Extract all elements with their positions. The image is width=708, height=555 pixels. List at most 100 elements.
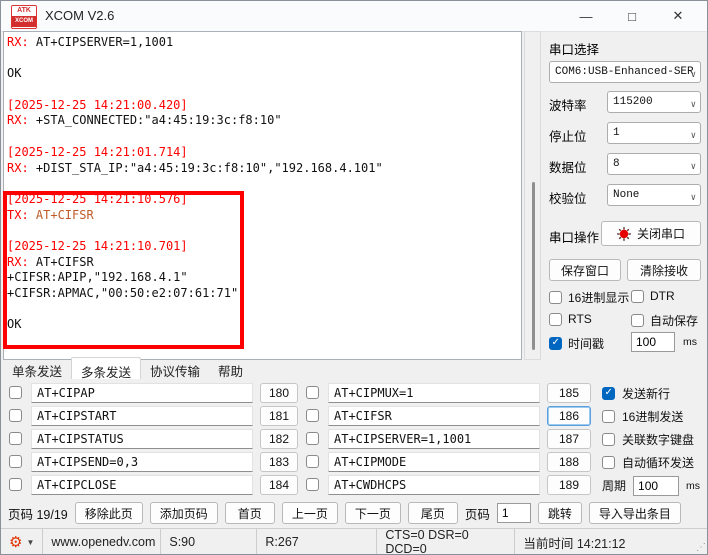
setting-value: 1 xyxy=(613,127,620,139)
send-number-button[interactable]: 185 xyxy=(547,382,591,403)
send-option-发送新行[interactable]: 发送新行 xyxy=(602,382,706,405)
port-select-label: 串口选择 xyxy=(549,43,600,57)
checkbox-icon[interactable] xyxy=(549,337,562,350)
checkbox-icon[interactable] xyxy=(549,312,562,326)
setting-value: None xyxy=(613,189,640,201)
log-line: [2025-12-25 14:21:01.714] xyxy=(7,144,188,159)
option-label: 16进制发送 xyxy=(622,410,684,424)
log-scrollbar[interactable] xyxy=(524,31,541,360)
setting-dropdown[interactable]: None ∨ xyxy=(607,184,701,206)
page-button-下一页[interactable]: 下一页 xyxy=(344,502,401,524)
hex-display-checkbox[interactable]: 16进制显示 xyxy=(549,289,629,306)
goto-page-input[interactable] xyxy=(496,503,531,523)
settings-menu[interactable]: ⚙ ▼ xyxy=(1,529,44,554)
setting-dropdown[interactable]: 115200 ∨ xyxy=(607,91,701,113)
logo-top-text: ATK xyxy=(12,6,36,16)
setting-label: 校验位 xyxy=(549,192,587,206)
checkbox-icon[interactable] xyxy=(602,410,615,423)
send-option-16进制发送[interactable]: 16进制发送 xyxy=(602,405,706,428)
maximize-button[interactable]: □ xyxy=(609,1,655,31)
send-command-row: AT+CIPSTART 181 xyxy=(9,405,298,426)
command-input[interactable]: AT+CIPSTATUS xyxy=(31,428,253,449)
checkbox-icon[interactable] xyxy=(631,289,644,303)
send-number-button[interactable]: 188 xyxy=(547,451,591,472)
command-input[interactable]: AT+CWDHCPS xyxy=(328,474,540,495)
send-number-button[interactable]: 187 xyxy=(547,428,591,449)
send-number-button[interactable]: 183 xyxy=(260,451,298,472)
send-number-button[interactable]: 181 xyxy=(260,405,298,426)
port-select-dropdown[interactable]: COM6:USB-Enhanced-SER ∨ xyxy=(549,61,701,83)
send-number-button[interactable]: 180 xyxy=(260,382,298,403)
command-input[interactable]: AT+CIFSR xyxy=(328,405,540,426)
close-serial-button[interactable]: 关闭串口 xyxy=(601,221,701,246)
chevron-down-icon: ∨ xyxy=(690,193,696,203)
tab-帮助[interactable]: 帮助 xyxy=(209,359,252,379)
send-command-row: AT+CIFSR 186 xyxy=(306,405,591,426)
command-input[interactable]: AT+CIPMUX=1 xyxy=(328,382,540,403)
command-input[interactable]: AT+CIPSERVER=1,1001 xyxy=(328,428,540,449)
checkbox-icon[interactable] xyxy=(549,291,562,304)
tab-单条发送[interactable]: 单条发送 xyxy=(3,359,71,379)
page-button-尾页[interactable]: 尾页 xyxy=(407,502,458,524)
timestamp-checkbox[interactable]: 时间戳 xyxy=(549,335,604,352)
save-window-button[interactable]: 保存窗口 xyxy=(549,259,621,281)
command-input[interactable]: AT+CIPSTART xyxy=(31,405,253,426)
send-command-row: AT+CIPSEND=0,3 183 xyxy=(9,451,298,472)
page-button-上一页[interactable]: 上一页 xyxy=(281,502,338,524)
timestamp-interval-input[interactable] xyxy=(631,332,675,352)
gear-icon[interactable]: ⚙ xyxy=(9,533,22,551)
send-command-row: AT+CIPSERVER=1,1001 187 xyxy=(306,428,591,449)
send-select-checkbox[interactable] xyxy=(306,455,319,468)
serial-settings-panel: 串口选择 COM6:USB-Enhanced-SER ∨ 波特率 115200 ∨ 停… xyxy=(543,31,707,361)
send-select-checkbox[interactable] xyxy=(306,386,319,399)
send-option-自动循环发送[interactable]: 自动循环发送 xyxy=(602,451,706,474)
send-options-column: 发送新行 16进制发送关联数字键盘自动循环发送周期 ms xyxy=(602,382,706,497)
command-input[interactable]: AT+CIPMODE xyxy=(328,451,540,472)
option-label: 关联数字键盘 xyxy=(622,433,695,447)
send-select-checkbox[interactable] xyxy=(306,409,319,422)
period-unit-label: ms xyxy=(686,479,701,492)
setting-dropdown[interactable]: 1 ∨ xyxy=(607,122,701,144)
tab-多条发送[interactable]: 多条发送 xyxy=(71,357,142,380)
checkbox-icon[interactable] xyxy=(602,387,615,400)
send-select-checkbox[interactable] xyxy=(9,455,22,468)
command-input[interactable]: AT+CIPAP xyxy=(31,382,253,403)
clear-receive-button[interactable]: 清除接收 xyxy=(627,259,701,281)
send-number-button[interactable]: 189 xyxy=(547,474,591,495)
checkbox-icon[interactable] xyxy=(631,314,644,327)
page-button-移除此页[interactable]: 移除此页 xyxy=(74,502,143,524)
page-button-首页[interactable]: 首页 xyxy=(224,502,275,524)
resize-grip[interactable]: ⋰ xyxy=(696,542,707,553)
send-select-checkbox[interactable] xyxy=(306,432,319,445)
period-input[interactable] xyxy=(633,475,680,496)
checkbox-icon[interactable] xyxy=(602,456,615,469)
serial-open-status-icon xyxy=(617,226,631,241)
send-number-button[interactable]: 186 xyxy=(547,405,591,426)
dtr-checkbox[interactable]: DTR xyxy=(631,289,675,303)
command-input[interactable]: AT+CIPSEND=0,3 xyxy=(31,451,253,472)
checkbox-icon[interactable] xyxy=(602,433,615,446)
tab-协议传输[interactable]: 协议传输 xyxy=(141,359,209,379)
send-select-checkbox[interactable] xyxy=(9,432,22,445)
import-export-button[interactable]: 导入导出条目 xyxy=(588,502,681,524)
website-link[interactable]: www.openedv.com xyxy=(43,529,162,554)
send-select-checkbox[interactable] xyxy=(9,386,22,399)
title-bar: ATK XCOM XCOM V2.6 — □ ✕ xyxy=(1,1,707,32)
setting-dropdown[interactable]: 8 ∨ xyxy=(607,153,701,175)
send-select-checkbox[interactable] xyxy=(306,478,319,491)
jump-button[interactable]: 跳转 xyxy=(537,502,582,524)
command-input[interactable]: AT+CIPCLOSE xyxy=(31,474,253,495)
close-button[interactable]: ✕ xyxy=(655,1,701,31)
autosave-checkbox[interactable]: 自动保存 xyxy=(631,312,698,329)
send-number-button[interactable]: 182 xyxy=(260,428,298,449)
send-select-checkbox[interactable] xyxy=(9,409,22,422)
page-button-添加页码[interactable]: 添加页码 xyxy=(149,502,218,524)
scrollbar-thumb[interactable] xyxy=(532,182,535,350)
send-select-checkbox[interactable] xyxy=(9,478,22,491)
minimize-button[interactable]: — xyxy=(563,1,609,31)
send-number-button[interactable]: 184 xyxy=(260,474,298,495)
rts-checkbox[interactable]: RTS xyxy=(549,312,592,326)
send-option-关联数字键盘[interactable]: 关联数字键盘 xyxy=(602,428,706,451)
